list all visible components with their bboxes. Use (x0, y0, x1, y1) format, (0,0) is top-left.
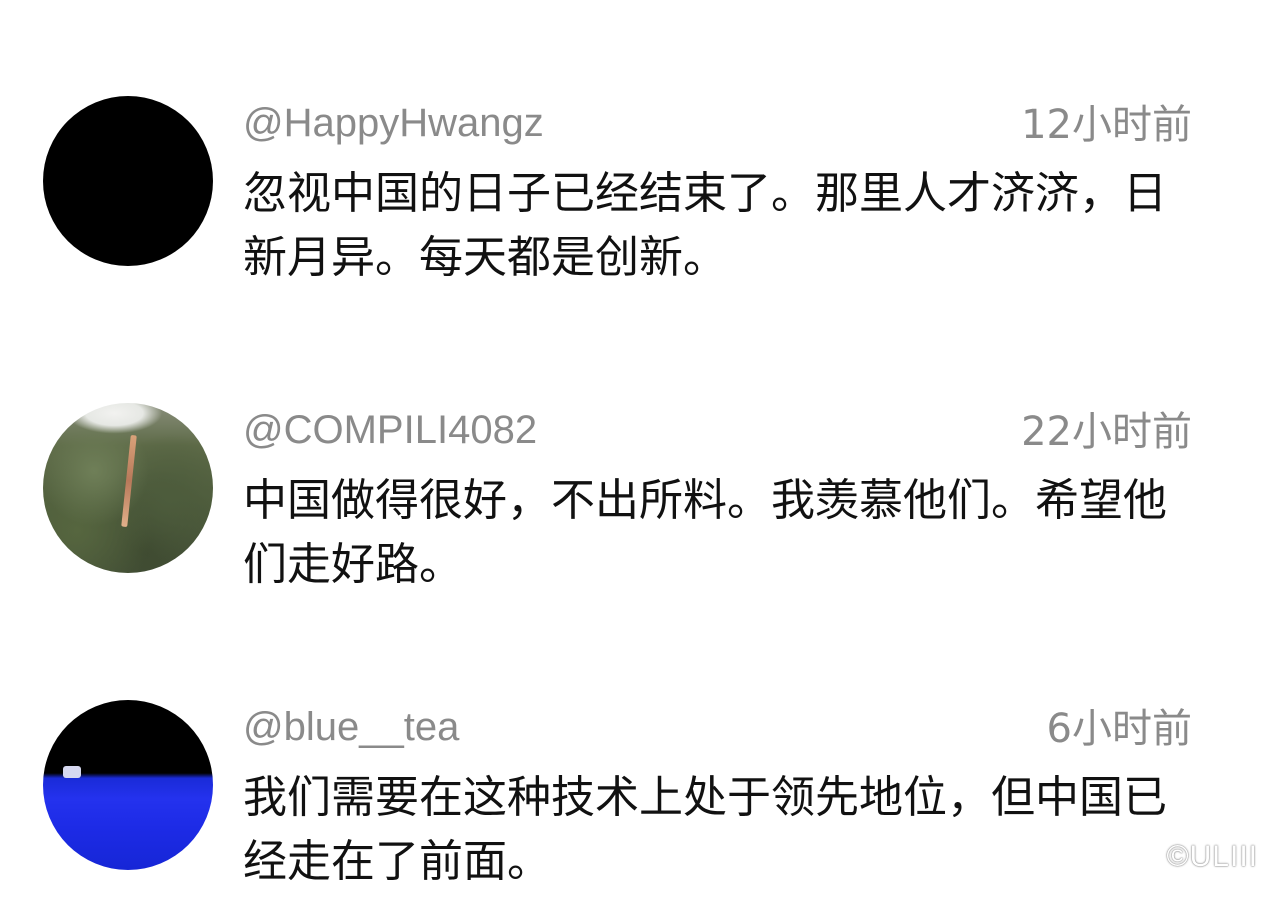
comment-username[interactable]: @HappyHwangz (243, 100, 544, 146)
comment-timestamp: 6小时前 (1046, 706, 1192, 752)
comment-text: 中国做得很好，不出所料。我羡慕他们。希望他们走好路。 (243, 475, 1167, 590)
avatar-image-detail (63, 766, 81, 778)
avatar[interactable] (43, 96, 213, 266)
comment-username[interactable]: @blue__tea (243, 704, 459, 750)
comment-username[interactable]: @COMPILI4082 (243, 407, 537, 453)
comment-timestamp: 12小时前 (1021, 102, 1192, 148)
avatar-image-detail (121, 434, 137, 528)
comment-text: 忽视中国的日子已经结束了。那里人才济济，日新月异。每天都是创新。 (243, 168, 1167, 283)
watermark: ©ULIII (1166, 840, 1258, 873)
comment-timestamp: 22小时前 (1021, 409, 1192, 455)
comment-text: 我们需要在这种技术上处于领先地位，但中国已经走在了前面。 (243, 772, 1167, 887)
avatar[interactable] (43, 700, 213, 870)
avatar[interactable] (43, 403, 213, 573)
